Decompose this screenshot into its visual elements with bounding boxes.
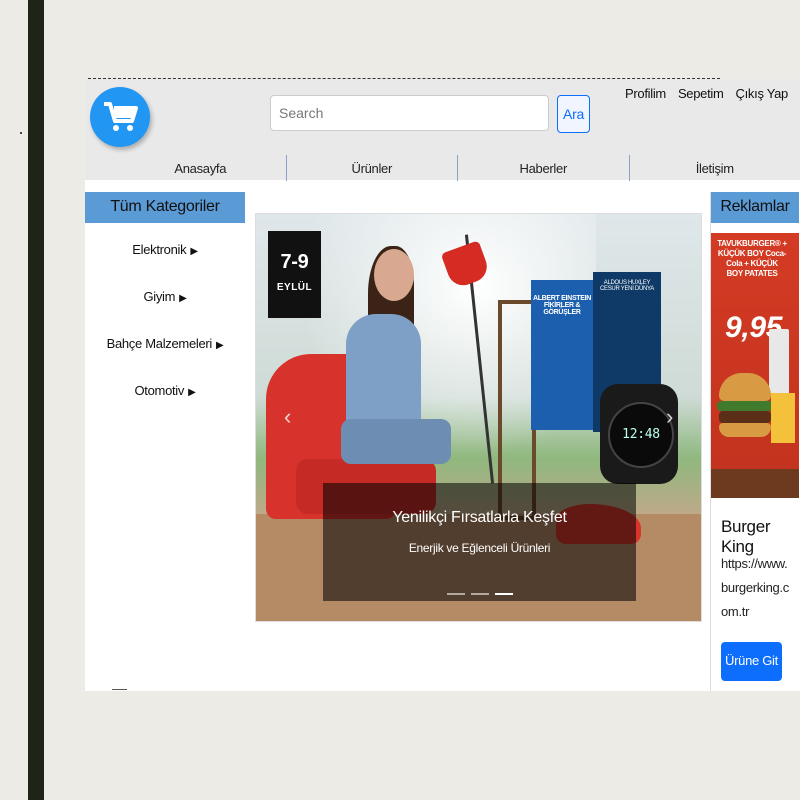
- category-item-garden[interactable]: Bahçe Malzemeleri ▶: [85, 321, 245, 368]
- category-label: Bahçe Malzemeleri: [106, 336, 213, 351]
- watch-face: 12:48: [608, 402, 674, 468]
- carousel-indicator[interactable]: [447, 593, 465, 595]
- site-header: Ara Profilim Sepetim Çıkış Yap Anasayfa …: [85, 79, 800, 181]
- logout-link[interactable]: Çıkış Yap: [736, 86, 789, 101]
- ad-image-brand: TAVUKBURGER® + KÜÇÜK BOY Coca-Cola + KÜÇ…: [717, 239, 787, 278]
- category-item-electronics[interactable]: Elektronik ▶: [85, 227, 245, 274]
- category-label: Otomotiv: [134, 383, 185, 398]
- date-badge-days: 7-9: [280, 251, 309, 273]
- category-header: Tüm Kategoriler: [85, 192, 245, 223]
- caption-title: Yenilikçi Fırsatlarla Keşfet: [392, 509, 567, 526]
- carousel-indicator-active[interactable]: [495, 593, 513, 595]
- nav-products[interactable]: Ürünler: [287, 155, 458, 181]
- book-huxley-title: ALDOUS HUXLEY CESUR YENİ DÜNYA: [600, 280, 654, 292]
- stray-dot: [20, 132, 22, 134]
- date-badge-month: EYLÜL: [276, 282, 313, 293]
- ad-url: https://www.burgerking.com.tr: [721, 556, 789, 619]
- ads-header: Reklamlar: [711, 192, 799, 223]
- cart-link[interactable]: Sepetim: [678, 86, 724, 101]
- hero-carousel[interactable]: ALBERT EINSTEIN FİKİRLER & GÖRÜŞLER ALDO…: [255, 213, 702, 622]
- drink-cup: [769, 329, 789, 395]
- ads-sidebar: Reklamlar TAVUKBURGER® + KÜÇÜK BOY Coca-…: [710, 192, 800, 691]
- category-label: Giyim: [143, 289, 176, 304]
- search-input[interactable]: [270, 95, 549, 131]
- shopping-cart-icon: [104, 102, 138, 131]
- caret-right-icon: ▶: [190, 246, 198, 257]
- stray-dash: [112, 689, 127, 690]
- carousel-caption: Yenilikçi Fırsatlarla Keşfet Enerjik ve …: [323, 483, 636, 601]
- person-legs: [341, 419, 451, 464]
- caret-right-icon: ▶: [188, 387, 196, 398]
- chevron-right-icon[interactable]: ›: [666, 404, 673, 430]
- nav-news[interactable]: Haberler: [458, 155, 630, 181]
- profile-link[interactable]: Profilim: [625, 86, 666, 101]
- person-body: [346, 314, 421, 434]
- caret-right-icon: ▶: [179, 293, 187, 304]
- logo[interactable]: [90, 87, 150, 147]
- person-head: [374, 249, 414, 301]
- book-einstein: ALBERT EINSTEIN FİKİRLER & GÖRÜŞLER: [531, 280, 593, 430]
- search-button[interactable]: Ara: [557, 95, 590, 133]
- category-item-clothing[interactable]: Giyim ▶: [85, 274, 245, 321]
- ad-title: Burger King: [721, 517, 771, 556]
- burger-lettuce: [717, 401, 773, 411]
- caret-right-icon: ▶: [216, 340, 224, 351]
- main-nav: Anasayfa Ürünler Haberler İletişim: [115, 155, 800, 181]
- ad-image[interactable]: TAVUKBURGER® + KÜÇÜK BOY Coca-Cola + KÜÇ…: [711, 233, 799, 498]
- user-links: Profilim Sepetim Çıkış Yap: [625, 86, 788, 101]
- carousel-indicators: [447, 593, 513, 595]
- wristwatch: 12:48: [600, 384, 678, 484]
- category-label: Elektronik: [132, 242, 187, 257]
- burger-bun-bottom: [719, 423, 771, 437]
- nav-home[interactable]: Anasayfa: [115, 155, 287, 181]
- nav-contact[interactable]: İletişim: [630, 155, 800, 181]
- window-left-border: [28, 0, 44, 800]
- date-badge: 7-9 EYLÜL: [268, 231, 321, 318]
- burger-patty: [719, 411, 771, 423]
- go-to-product-button[interactable]: Ürüne Git: [721, 642, 782, 681]
- chevron-left-icon[interactable]: ‹: [284, 404, 291, 430]
- category-sidebar: Tüm Kategoriler Elektronik ▶ Giyim ▶ Bahçe…: [85, 192, 245, 415]
- ad-table: [711, 469, 799, 498]
- burger-bun-top: [719, 373, 771, 401]
- caption-subtitle: Enerjik ve Eğlenceli Ürünleri: [408, 541, 551, 555]
- fries: [771, 393, 795, 443]
- carousel-indicator[interactable]: [471, 593, 489, 595]
- category-item-automotive[interactable]: Otomotiv ▶: [85, 368, 245, 415]
- website: Ara Profilim Sepetim Çıkış Yap Anasayfa …: [85, 79, 800, 691]
- book-einstein-title: ALBERT EINSTEIN FİKİRLER & GÖRÜŞLER: [532, 295, 592, 316]
